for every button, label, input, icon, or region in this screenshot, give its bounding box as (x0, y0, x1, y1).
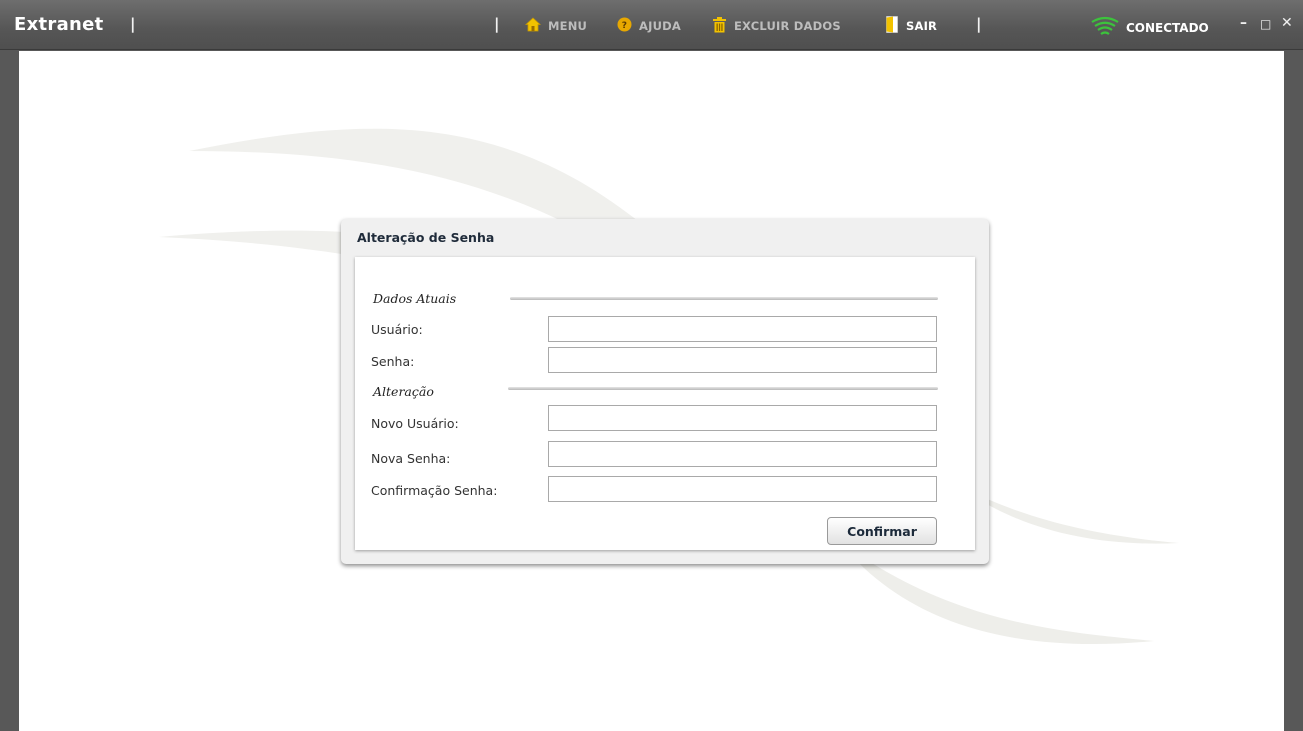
exit-label: SAIR (906, 19, 938, 33)
app-title: Extranet (14, 14, 104, 35)
exit-button[interactable]: SAIR (886, 16, 938, 36)
trash-icon (712, 16, 727, 36)
connection-status: CONECTADO (1090, 15, 1209, 40)
wifi-signal-icon (1090, 15, 1120, 40)
home-icon (524, 17, 542, 35)
new-password-input[interactable] (548, 441, 937, 467)
help-label: AJUDA (639, 19, 681, 33)
delete-data-label: EXCLUIR DADOS (734, 19, 841, 33)
connection-status-label: CONECTADO (1126, 20, 1209, 35)
new-password-label: Nova Senha: (371, 451, 451, 466)
form-container: Dados Atuais Usuário: Senha: Alteração N… (355, 257, 975, 550)
title-bar: Extranet | | MENU ? AJUDA EXCLUIR DADOS … (0, 0, 1303, 50)
nav-separator-left: | (494, 15, 500, 33)
panel-title: Alteração de Senha (357, 230, 495, 245)
change-password-panel: Alteração de Senha Dados Atuais Usuário:… (341, 219, 989, 564)
maximize-button[interactable]: □ (1260, 17, 1271, 31)
password-input[interactable] (548, 347, 937, 373)
app-window: Extranet | | MENU ? AJUDA EXCLUIR DADOS … (0, 0, 1303, 731)
title-separator: | (130, 15, 136, 33)
confirm-password-label: Confirmação Senha: (371, 483, 498, 498)
help-button[interactable]: ? AJUDA (617, 17, 681, 35)
menu-label: MENU (548, 19, 588, 33)
section-divider (510, 297, 938, 300)
minimize-button[interactable]: – (1240, 15, 1247, 31)
door-icon (886, 16, 899, 36)
help-icon: ? (617, 17, 632, 35)
confirm-button[interactable]: Confirmar (827, 517, 937, 545)
section-divider (508, 387, 938, 390)
delete-data-button[interactable]: EXCLUIR DADOS (712, 16, 841, 36)
close-button[interactable]: ✕ (1281, 15, 1293, 31)
nav-separator-right: | (976, 15, 982, 33)
section-change: Alteração (373, 384, 434, 399)
user-label: Usuário: (371, 322, 423, 337)
svg-text:?: ? (622, 21, 627, 31)
new-user-label: Novo Usuário: (371, 416, 459, 431)
confirm-password-input[interactable] (548, 476, 937, 502)
menu-button[interactable]: MENU (524, 17, 588, 35)
section-current-data: Dados Atuais (373, 291, 457, 306)
user-input[interactable] (548, 316, 937, 342)
password-label: Senha: (371, 354, 415, 369)
new-user-input[interactable] (548, 405, 937, 431)
main-content: Alteração de Senha Dados Atuais Usuário:… (19, 51, 1284, 731)
